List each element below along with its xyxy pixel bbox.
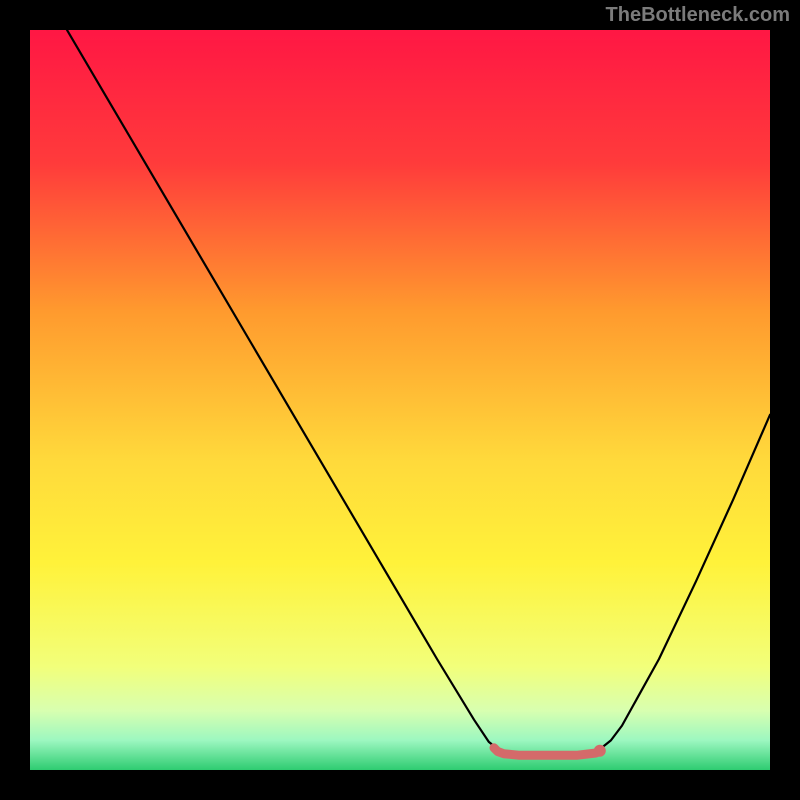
plot-area xyxy=(30,30,770,770)
chart-container: TheBottleneck.com xyxy=(0,0,800,800)
optimal-end-dot xyxy=(594,745,606,757)
watermark-text: TheBottleneck.com xyxy=(606,4,790,27)
chart-svg xyxy=(30,30,770,770)
